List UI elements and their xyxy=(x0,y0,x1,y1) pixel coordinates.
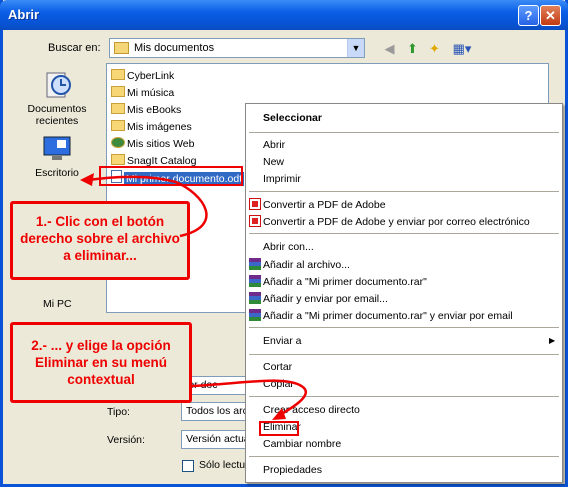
arrow-to-delete xyxy=(191,379,307,418)
arrowhead xyxy=(80,173,94,186)
arrow-to-file xyxy=(87,175,208,238)
annotation-arrows xyxy=(80,173,307,420)
arrowhead xyxy=(272,408,286,420)
